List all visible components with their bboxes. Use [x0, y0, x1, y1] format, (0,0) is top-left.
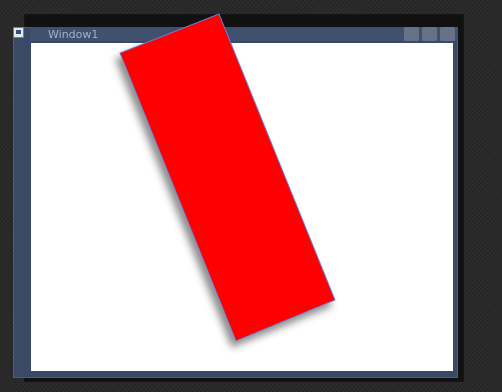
desktop-background: Window1	[0, 0, 502, 392]
minimize-button[interactable]	[404, 27, 419, 41]
maximize-button[interactable]	[422, 27, 437, 41]
window-system-icon[interactable]	[13, 27, 24, 38]
window-title: Window1	[48, 28, 99, 41]
window-client-area	[31, 43, 453, 371]
close-button[interactable]	[440, 27, 455, 41]
